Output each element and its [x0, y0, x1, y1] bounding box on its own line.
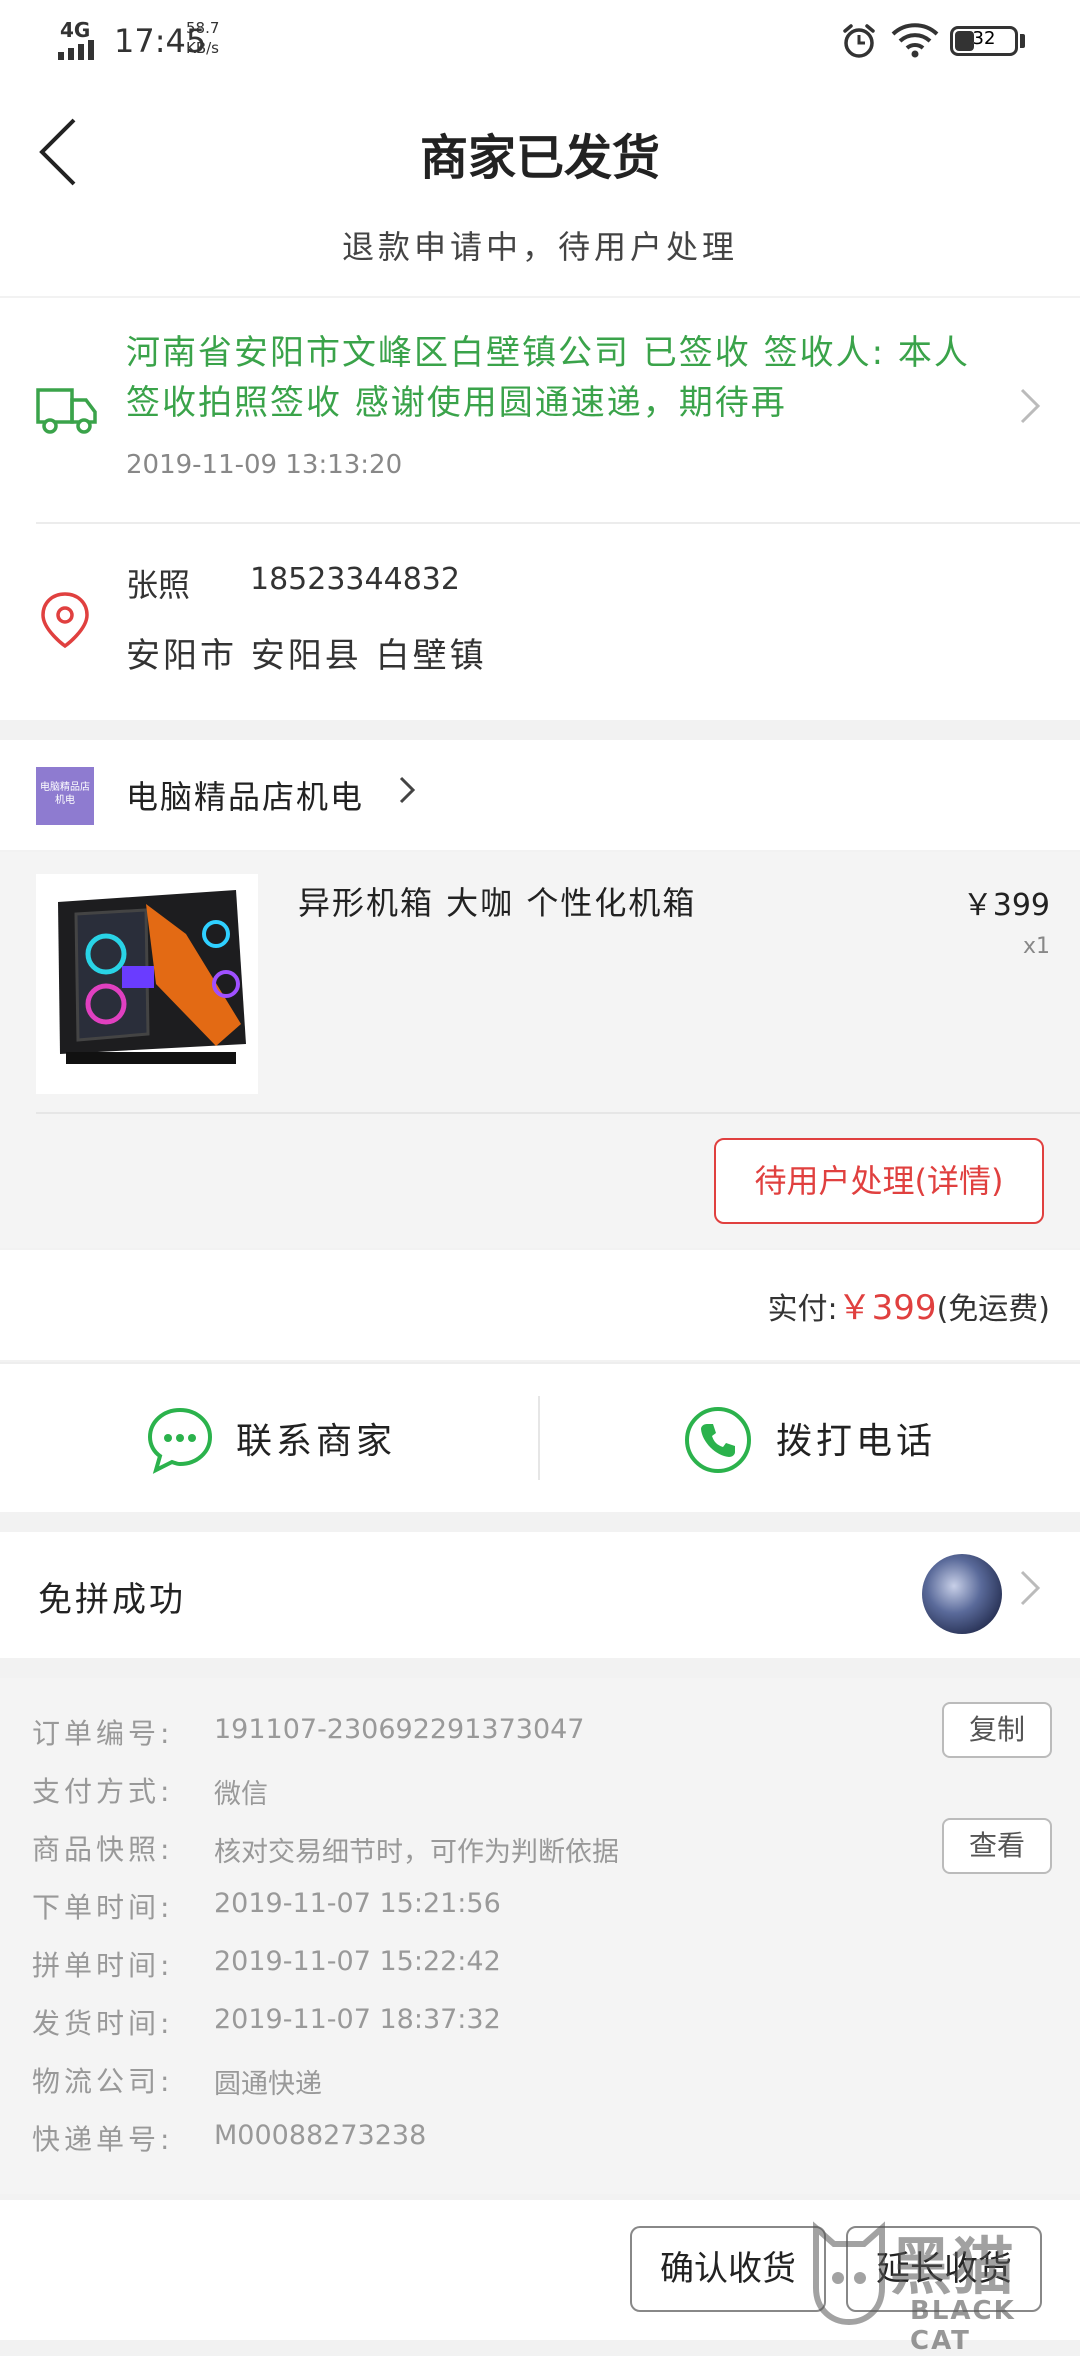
- divider: [36, 522, 1080, 524]
- payment-method-value: 微信: [214, 1779, 268, 1810]
- snapshot-value: 核对交易细节时，可作为判断依据: [214, 1837, 619, 1868]
- page-title: 商家已发货: [419, 130, 660, 186]
- battery-tip: [1020, 34, 1025, 48]
- confirm-receipt-button[interactable]: 确认收货: [630, 2226, 826, 2312]
- black-cat-logo-icon: [813, 2221, 885, 2326]
- network-type: 4G: [60, 18, 91, 42]
- truck-icon: [36, 388, 97, 434]
- network-speed-unit: KB/s: [186, 39, 219, 57]
- product-title: 异形机箱 大咖 个性化机箱: [298, 884, 697, 922]
- copy-button[interactable]: 复制: [942, 1702, 1052, 1758]
- alarm-icon: [843, 24, 875, 58]
- chevron-right-icon: [399, 776, 416, 804]
- page-subtitle: 退款申请中，待用户处理: [341, 228, 738, 266]
- order-info: [0, 1678, 1080, 2194]
- phone-icon[interactable]: [682, 1404, 754, 1476]
- battery-level: 32: [972, 28, 996, 49]
- battery-icon: 32: [950, 26, 1018, 56]
- contact-seller-button[interactable]: 联系商家: [236, 1412, 396, 1464]
- total-label: 实付:: [767, 1292, 838, 1327]
- carrier-label: 物流公司:: [32, 2065, 174, 2098]
- chat-bubble-icon[interactable]: [144, 1404, 216, 1476]
- product-quantity: x1: [1022, 934, 1050, 959]
- signal-icon: [58, 40, 98, 60]
- total-paid: 实付:￥399(免运费): [0, 1280, 1050, 1329]
- network-speed-value: 58.7: [186, 19, 220, 37]
- shop-logo: 电脑精品店机电: [36, 767, 94, 825]
- order-number-value: 191107-230692291373047: [214, 1714, 585, 1745]
- watermark-english: BLACK CAT: [910, 2296, 1016, 2356]
- carrier-value: 圆通快递: [214, 2069, 322, 2100]
- total-amount: ￥399: [837, 1288, 937, 1328]
- payment-method-label: 支付方式:: [32, 1775, 174, 1808]
- logistics-latest: 河南省安阳市文峰区白壁镇公司 已签收 签收人: 本人签收拍照签收 感谢使用圆通速…: [126, 333, 970, 423]
- watermark-text: 黑猫: [890, 2230, 1015, 2303]
- avatar: [922, 1554, 1002, 1634]
- group-time-value: 2019-11-07 15:22:42: [214, 1946, 501, 1977]
- order-time-value: 2019-11-07 15:21:56: [214, 1888, 501, 1919]
- recipient-name: 张照: [126, 566, 191, 604]
- order-time-label: 下单时间:: [32, 1891, 174, 1924]
- group-time-label: 拼单时间:: [32, 1949, 174, 1982]
- logistics-time: 2019-11-09 13:13:20: [126, 450, 403, 480]
- group-buy-status: 免拼成功: [38, 1580, 186, 1620]
- product-image: [36, 874, 258, 1094]
- network-speed: 58.7 KB/s: [186, 18, 219, 58]
- shop-name[interactable]: 电脑精品店机电: [126, 772, 364, 818]
- snapshot-label: 商品快照:: [32, 1833, 174, 1866]
- tracking-number-value: M00088273238: [214, 2120, 427, 2151]
- after-sale-detail-button[interactable]: 待用户处理(详情): [714, 1138, 1044, 1224]
- wifi-icon: [891, 23, 939, 58]
- divider: [538, 1396, 540, 1480]
- order-number-label: 订单编号:: [32, 1717, 174, 1750]
- product-price: ￥399: [962, 888, 1050, 923]
- chevron-right-icon: [1020, 1570, 1041, 1606]
- location-pin-icon: [41, 592, 89, 649]
- shipping-note: (免运费): [936, 1292, 1050, 1327]
- recipient-address: 安阳市 安阳县 白壁镇: [126, 636, 487, 676]
- tracking-number-label: 快递单号:: [32, 2123, 174, 2156]
- recipient-phone: 18523344832: [250, 562, 460, 597]
- divider: [36, 1112, 1080, 1114]
- view-snapshot-button[interactable]: 查看: [942, 1818, 1052, 1874]
- ship-time-label: 发货时间:: [32, 2007, 174, 2040]
- ship-time-value: 2019-11-07 18:37:32: [214, 2004, 501, 2035]
- chevron-right-icon: [1020, 388, 1041, 424]
- call-phone-button[interactable]: 拨打电话: [776, 1412, 936, 1464]
